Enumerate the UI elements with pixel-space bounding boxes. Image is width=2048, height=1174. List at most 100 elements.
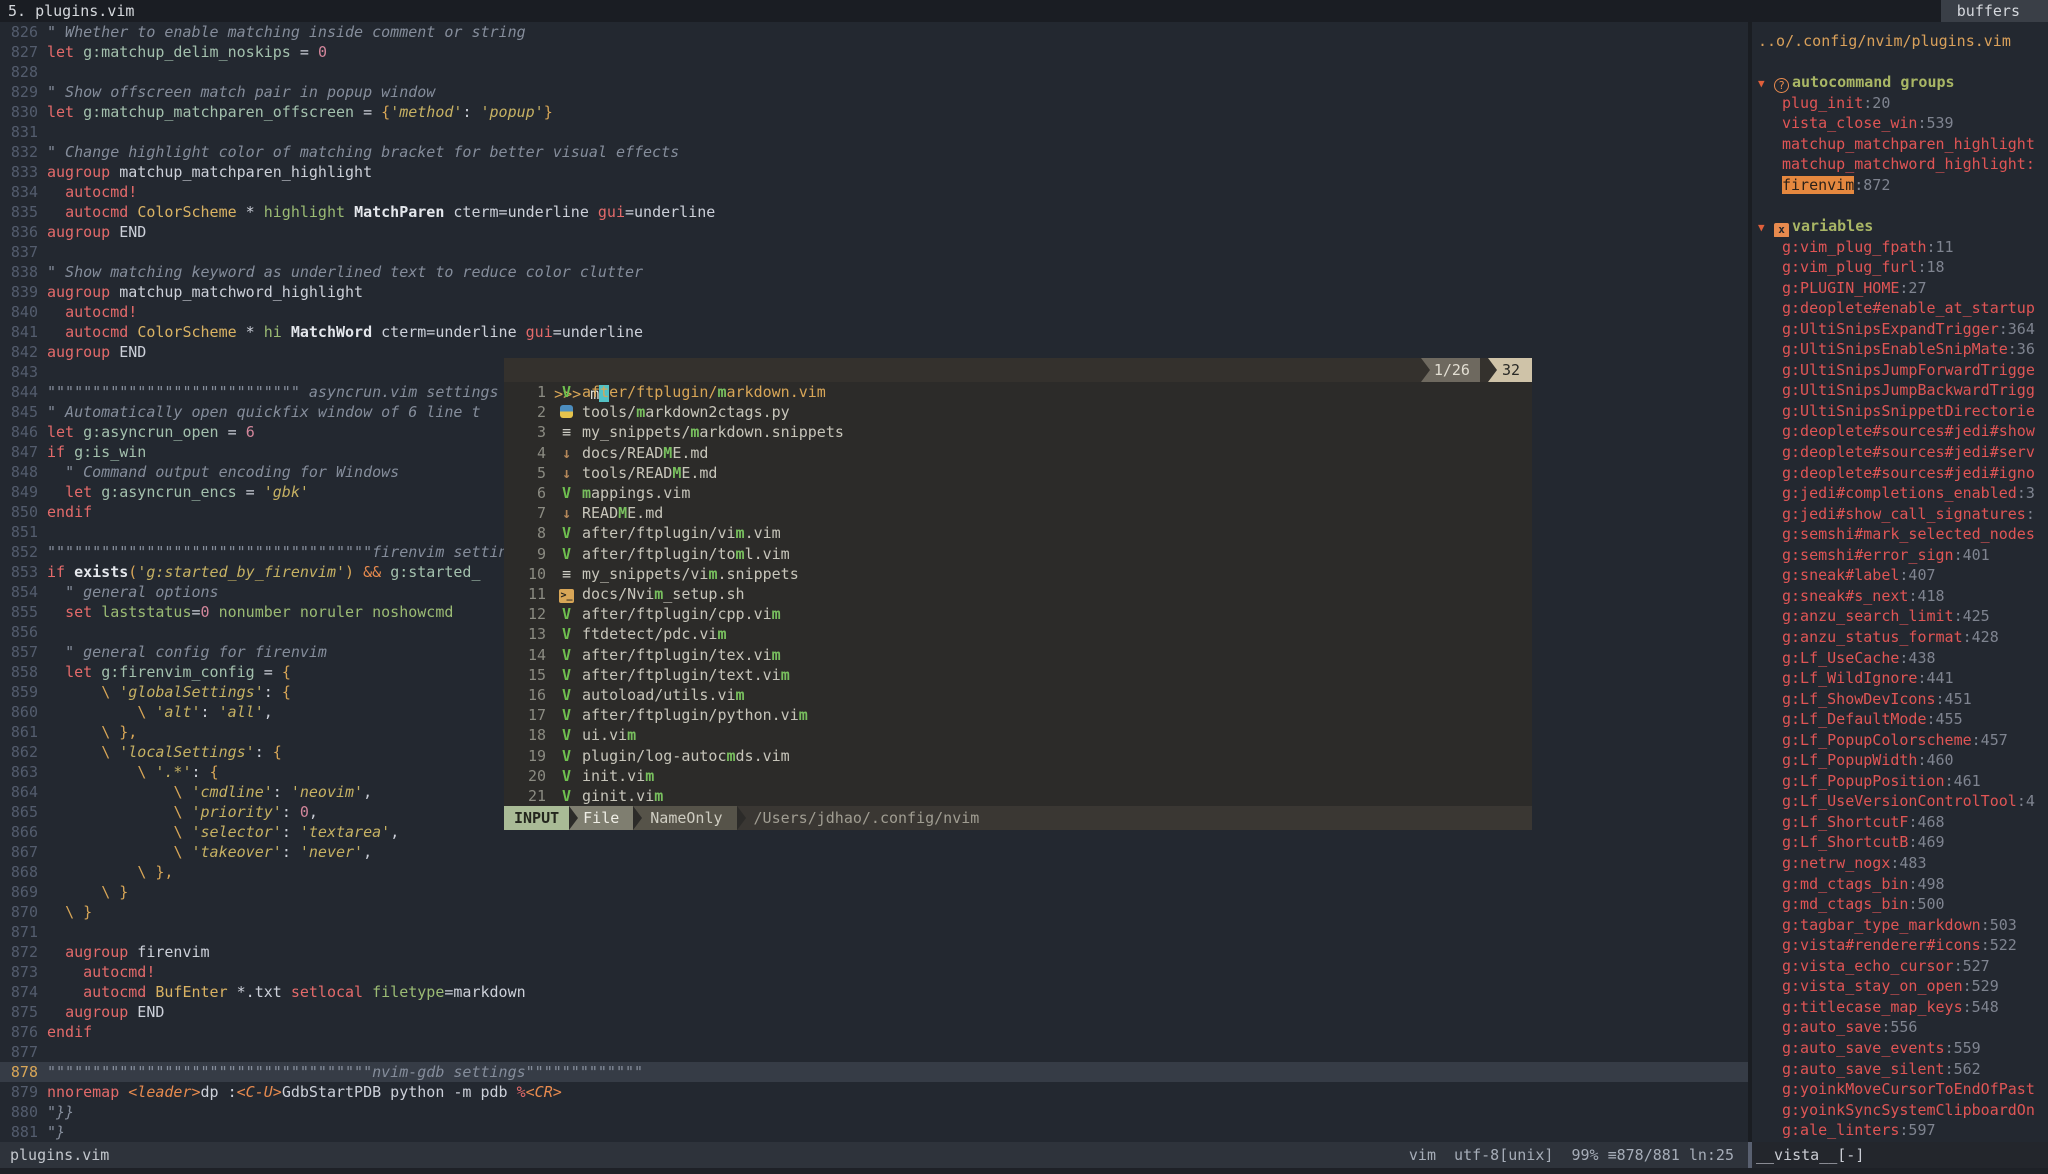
code-line[interactable]: 872 augroup firenvim: [0, 942, 1748, 962]
file-list-item[interactable]: 16Vautoload/utils.vim: [504, 685, 1532, 705]
vista-tag-item[interactable]: g:Lf_UseVersionControlTool:4: [1752, 791, 2048, 812]
file-list-item[interactable]: 18Vui.vim: [504, 725, 1532, 745]
code-line[interactable]: 880"}}: [0, 1102, 1748, 1122]
vista-tag-item[interactable]: g:auto_save:556: [1752, 1017, 2048, 1038]
vista-tag-item[interactable]: g:deoplete#sources#jedi#show: [1752, 421, 2048, 442]
code-line[interactable]: 868 \ },: [0, 862, 1748, 882]
code-line[interactable]: 833augroup matchup_matchparen_highlight: [0, 162, 1748, 182]
code-line[interactable]: 828: [0, 62, 1748, 82]
vista-tag-item[interactable]: g:yoinkSyncSystemClipboardOn: [1752, 1100, 2048, 1121]
tab-current-buffer[interactable]: 5. plugins.vim: [8, 0, 134, 22]
vista-tag-item[interactable]: g:Lf_PopupColorscheme:457: [1752, 730, 2048, 751]
file-list-item[interactable]: 4↓docs/README.md: [504, 443, 1532, 463]
code-line[interactable]: 875 augroup END: [0, 1002, 1748, 1022]
vista-tag-item[interactable]: g:anzu_search_limit:425: [1752, 606, 2048, 627]
vista-tag-item[interactable]: g:auto_save_silent:562: [1752, 1059, 2048, 1080]
code-line[interactable]: 830let g:matchup_matchparen_offscreen = …: [0, 102, 1748, 122]
vista-tag-item[interactable]: g:deoplete#sources#jedi#igno: [1752, 463, 2048, 484]
vista-tag-item[interactable]: g:deoplete#enable_at_startup: [1752, 298, 2048, 319]
vista-tag-item[interactable]: g:Lf_UseCache:438: [1752, 648, 2048, 669]
vista-group-header[interactable]: ▼?autocommand groups: [1752, 72, 2048, 93]
file-list-item[interactable]: 17Vafter/ftplugin/python.vim: [504, 705, 1532, 725]
file-list-item[interactable]: 6Vmappings.vim: [504, 483, 1532, 503]
code-line[interactable]: 838" Show matching keyword as underlined…: [0, 262, 1748, 282]
vista-tag-item[interactable]: g:yoinkMoveCursorToEndOfPast: [1752, 1079, 2048, 1100]
vista-tag-item[interactable]: vista_close_win:539: [1752, 113, 2048, 134]
vista-tag-item[interactable]: g:md_ctags_bin:500: [1752, 894, 2048, 915]
file-list-item[interactable]: 15Vafter/ftplugin/text.vim: [504, 665, 1532, 685]
vista-tag-item[interactable]: g:sneak#label:407: [1752, 565, 2048, 586]
code-line[interactable]: 832" Change highlight color of matching …: [0, 142, 1748, 162]
code-line[interactable]: 827let g:matchup_delim_noskips = 0: [0, 42, 1748, 62]
vista-tag-item[interactable]: g:UltiSnipsJumpBackwardTrigg: [1752, 380, 2048, 401]
file-list-item[interactable]: 21Vginit.vim: [504, 786, 1532, 806]
tab-buffers[interactable]: buffers: [1941, 0, 2048, 22]
vista-tag-item[interactable]: g:semshi#mark_selected_nodes: [1752, 524, 2048, 545]
code-line[interactable]: 840 autocmd!: [0, 302, 1748, 322]
code-line[interactable]: 836augroup END: [0, 222, 1748, 242]
vista-tag-item[interactable]: g:jedi#show_call_signatures:: [1752, 504, 2048, 525]
code-line[interactable]: 839augroup matchup_matchword_highlight: [0, 282, 1748, 302]
vista-tag-item[interactable]: g:Lf_WildIgnore:441: [1752, 668, 2048, 689]
code-line[interactable]: 834 autocmd!: [0, 182, 1748, 202]
code-line[interactable]: 837: [0, 242, 1748, 262]
code-line[interactable]: 871: [0, 922, 1748, 942]
file-list-item[interactable]: 8Vafter/ftplugin/vim.vim: [504, 523, 1532, 543]
file-list-item[interactable]: 5↓tools/README.md: [504, 463, 1532, 483]
vista-tag-item[interactable]: g:UltiSnipsExpandTrigger:364: [1752, 319, 2048, 340]
vista-tag-item[interactable]: g:ale_linters:597: [1752, 1120, 2048, 1141]
code-line[interactable]: 826" Whether to enable matching inside c…: [0, 22, 1748, 42]
code-line[interactable]: 869 \ }: [0, 882, 1748, 902]
file-list-item[interactable]: 10≡my_snippets/vim.snippets: [504, 564, 1532, 584]
vista-tag-item[interactable]: firenvim:872: [1752, 175, 2048, 196]
code-line[interactable]: 835 autocmd ColorScheme * highlight Matc…: [0, 202, 1748, 222]
file-list-item[interactable]: 11>_docs/Nvim_setup.sh: [504, 584, 1532, 604]
code-line[interactable]: 870 \ }: [0, 902, 1748, 922]
file-list-item[interactable]: 3≡my_snippets/markdown.snippets: [504, 422, 1532, 442]
file-list-item[interactable]: 13Vftdetect/pdc.vim: [504, 624, 1532, 644]
vista-tag-item[interactable]: g:titlecase_map_keys:548: [1752, 997, 2048, 1018]
vista-tag-item[interactable]: plug_init:20: [1752, 93, 2048, 114]
vista-tag-item[interactable]: matchup_matchword_highlight:: [1752, 154, 2048, 175]
code-line[interactable]: 881"}: [0, 1122, 1748, 1142]
code-line[interactable]: 876endif: [0, 1022, 1748, 1042]
vista-tag-item[interactable]: g:UltiSnipsJumpForwardTrigge: [1752, 360, 2048, 381]
vista-tag-item[interactable]: g:vista#renderer#icons:522: [1752, 935, 2048, 956]
vista-tag-item[interactable]: g:jedi#completions_enabled:3: [1752, 483, 2048, 504]
code-line[interactable]: 867 \ 'takeover': 'never',: [0, 842, 1748, 862]
file-list-item[interactable]: 7↓README.md: [504, 503, 1532, 523]
code-line[interactable]: 841 autocmd ColorScheme * hi MatchWord c…: [0, 322, 1748, 342]
vista-group-header[interactable]: ▼xvariables: [1752, 216, 2048, 237]
code-line[interactable]: 877: [0, 1042, 1748, 1062]
code-line-cursor[interactable]: 878""""""""""""""""""""""""""""""""""""n…: [0, 1062, 1748, 1082]
vista-tag-item[interactable]: g:deoplete#sources#jedi#serv: [1752, 442, 2048, 463]
vista-tag-item[interactable]: g:UltiSnipsEnableSnipMate:36: [1752, 339, 2048, 360]
file-list-item[interactable]: 9Vafter/ftplugin/toml.vim: [504, 544, 1532, 564]
vista-tag-item[interactable]: g:md_ctags_bin:498: [1752, 874, 2048, 895]
vista-tag-item[interactable]: g:PLUGIN_HOME:27: [1752, 278, 2048, 299]
code-line[interactable]: 829" Show offscreen match pair in popup …: [0, 82, 1748, 102]
vista-tag-item[interactable]: g:Lf_ShortcutB:469: [1752, 832, 2048, 853]
file-list-item[interactable]: 12Vafter/ftplugin/cpp.vim: [504, 604, 1532, 624]
vista-tag-item[interactable]: g:vim_plug_furl:18: [1752, 257, 2048, 278]
code-line[interactable]: 831: [0, 122, 1748, 142]
vista-tag-item[interactable]: g:vista_stay_on_open:529: [1752, 976, 2048, 997]
file-list-item[interactable]: 1Vafter/ftplugin/markdown.vim: [504, 382, 1532, 402]
vista-tag-item[interactable]: g:Lf_PopupPosition:461: [1752, 771, 2048, 792]
vista-tag-item[interactable]: g:semshi#error_sign:401: [1752, 545, 2048, 566]
file-list-item[interactable]: 20Vinit.vim: [504, 766, 1532, 786]
vista-tag-item[interactable]: g:Lf_DefaultMode:455: [1752, 709, 2048, 730]
vista-tag-item[interactable]: g:auto_save_events:559: [1752, 1038, 2048, 1059]
vista-tag-item[interactable]: g:vista_echo_cursor:527: [1752, 956, 2048, 977]
file-list-item[interactable]: 2tools/markdown2ctags.py: [504, 402, 1532, 422]
file-list-item[interactable]: 14Vafter/ftplugin/tex.vim: [504, 645, 1532, 665]
vista-tag-item[interactable]: g:tagbar_type_markdown:503: [1752, 915, 2048, 936]
vista-tag-item[interactable]: matchup_matchparen_highlight: [1752, 134, 2048, 155]
vista-tag-item[interactable]: g:anzu_status_format:428: [1752, 627, 2048, 648]
code-line[interactable]: 873 autocmd!: [0, 962, 1748, 982]
code-line[interactable]: 879nnoremap <leader>dp :<C-U>GdbStartPDB…: [0, 1082, 1748, 1102]
code-line[interactable]: 874 autocmd BufEnter *.txt setlocal file…: [0, 982, 1748, 1002]
vista-tag-item[interactable]: g:Lf_ShortcutF:468: [1752, 812, 2048, 833]
vista-tag-item[interactable]: g:Lf_ShowDevIcons:451: [1752, 689, 2048, 710]
vista-tag-item[interactable]: g:Lf_PopupWidth:460: [1752, 750, 2048, 771]
